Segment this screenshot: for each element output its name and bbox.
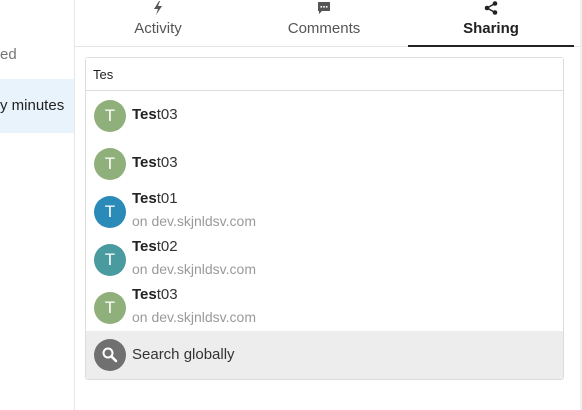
- avatar: T: [94, 292, 126, 324]
- autocomplete-result[interactable]: T Test03: [86, 140, 563, 188]
- result-name: Test01: [132, 190, 178, 207]
- result-name-match: Tes: [132, 106, 157, 123]
- share-search-input[interactable]: [86, 58, 563, 91]
- tab-sharing-label: Sharing: [463, 20, 519, 37]
- result-name: Test02: [132, 238, 178, 255]
- autocomplete-result[interactable]: T Test03 on dev.skjnldsv.com: [86, 284, 563, 332]
- result-name-match: Tes: [132, 154, 157, 171]
- result-name: Test03: [132, 286, 178, 303]
- lightning-icon: [154, 1, 162, 15]
- result-name-match: Tes: [132, 238, 157, 255]
- share-icon: [484, 1, 498, 15]
- search-icon: [94, 339, 126, 371]
- tab-activity[interactable]: Activity: [75, 0, 241, 46]
- file-row-status-text: ed: [0, 46, 17, 63]
- active-tab-indicator: [408, 45, 574, 47]
- sidebar-tabs: Activity Comments Sharing: [75, 0, 582, 47]
- avatar: T: [94, 148, 126, 180]
- comment-icon: [318, 2, 330, 14]
- tab-activity-label: Activity: [134, 20, 182, 37]
- autocomplete-result[interactable]: T Test01 on dev.skjnldsv.com: [86, 188, 563, 236]
- tab-comments[interactable]: Comments: [241, 0, 407, 46]
- result-name: Test03: [132, 154, 178, 171]
- avatar: T: [94, 100, 126, 132]
- result-server: on dev.skjnldsv.com: [132, 213, 256, 229]
- result-name-match: Tes: [132, 286, 157, 303]
- file-list-panel: ed y minutes: [0, 0, 74, 410]
- file-row-modified-text: y minutes: [0, 97, 65, 114]
- file-list-row[interactable]: ed: [0, 40, 74, 70]
- result-server: on dev.skjnldsv.com: [132, 309, 256, 325]
- search-globally-button[interactable]: Search globally: [86, 331, 563, 379]
- file-list-row-selected[interactable]: y minutes: [0, 79, 74, 133]
- autocomplete-result[interactable]: T Test02 on dev.skjnldsv.com: [86, 236, 563, 284]
- avatar: T: [94, 196, 126, 228]
- tab-comments-label: Comments: [287, 20, 361, 37]
- sidebar-divider: [74, 0, 75, 410]
- result-name-rest: t03: [156, 154, 178, 171]
- tab-sharing[interactable]: Sharing: [408, 0, 574, 47]
- result-server: on dev.skjnldsv.com: [132, 261, 256, 277]
- result-name-rest: t03: [156, 106, 178, 123]
- avatar: T: [94, 244, 126, 276]
- autocomplete-result[interactable]: T Test03: [86, 92, 563, 140]
- result-name-rest: t01: [156, 190, 178, 207]
- search-globally-label: Search globally: [132, 346, 235, 363]
- result-name-match: Tes: [132, 190, 157, 207]
- result-name: Test03: [132, 106, 178, 123]
- share-search-container: T Test03 T Test03 T Test01 on dev.skjnld…: [85, 57, 564, 380]
- result-name-rest: t03: [156, 286, 178, 303]
- result-name-rest: t02: [156, 238, 178, 255]
